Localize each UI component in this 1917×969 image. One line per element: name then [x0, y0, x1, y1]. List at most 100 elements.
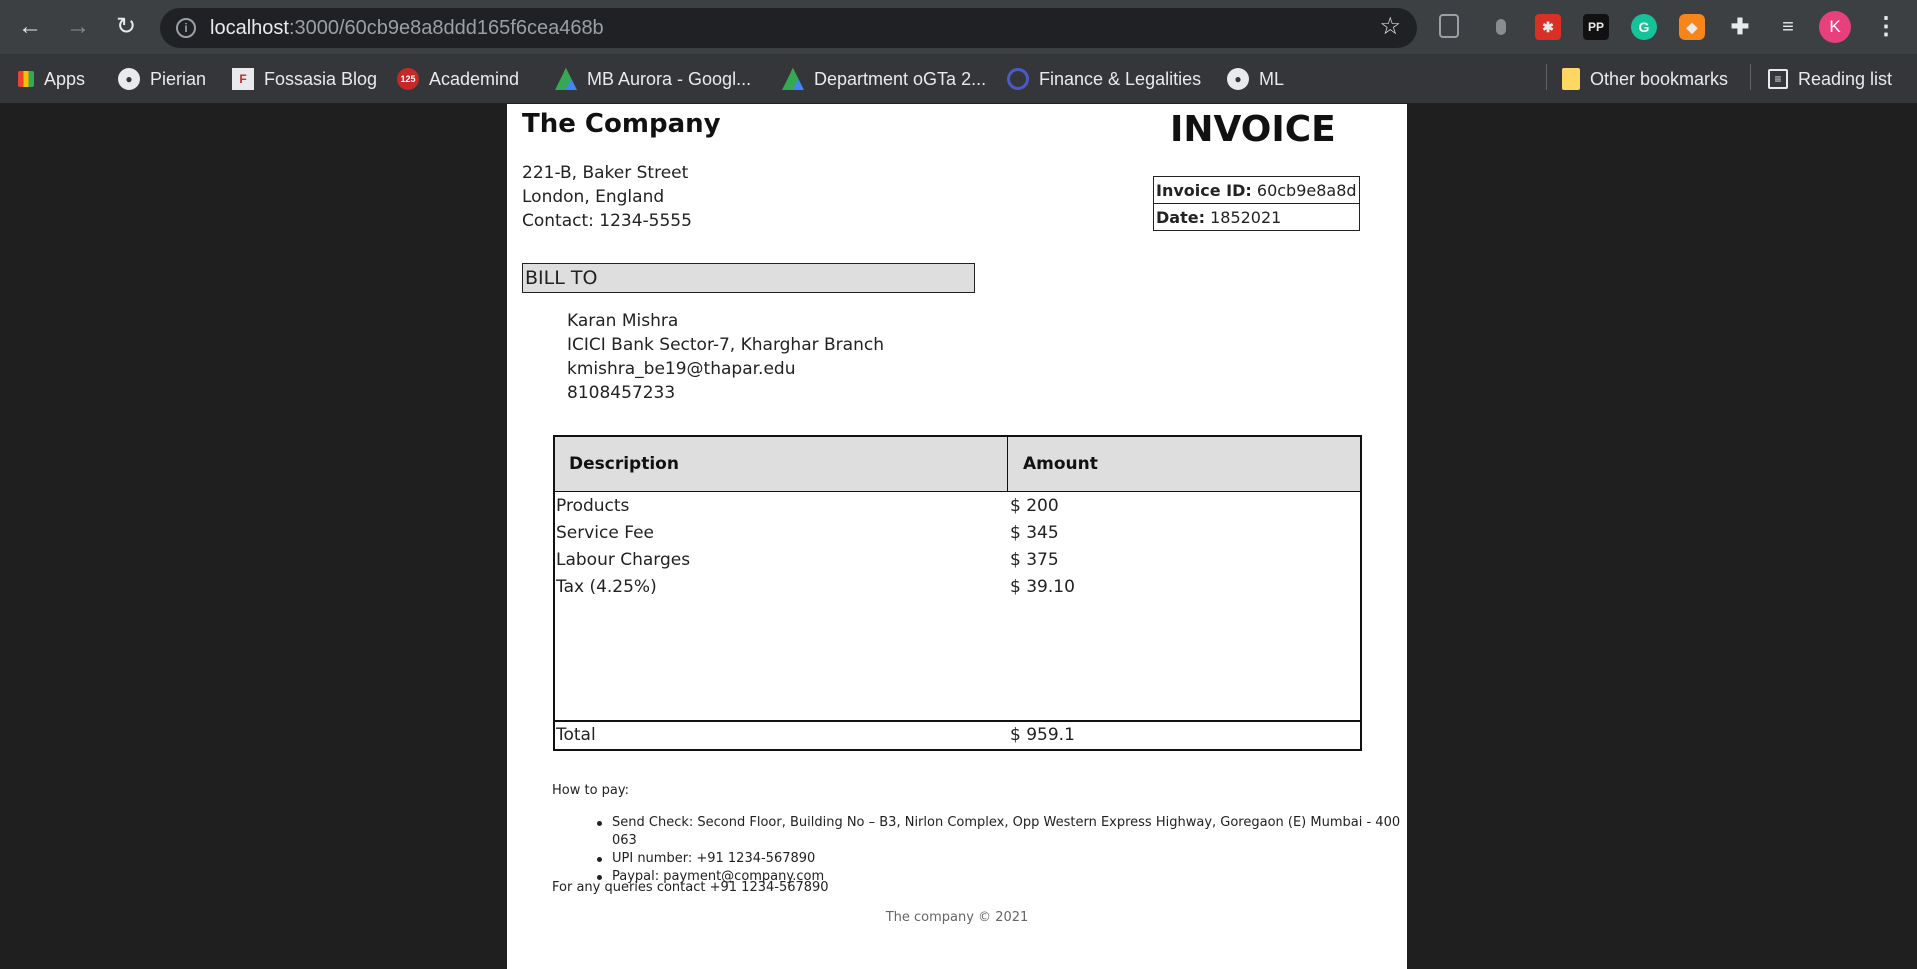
invoice-id-cell: Invoice ID: 60cb9e8a8d: [1153, 176, 1360, 204]
bookmark-fossasia[interactable]: F Fossasia Blog: [232, 65, 377, 93]
browser-toolbar: ← → ↻ i localhost:3000/60cb9e8a8ddd165f6…: [0, 0, 1917, 54]
bookmark-label: ML: [1259, 68, 1285, 89]
cursor-icon[interactable]: [1488, 14, 1514, 40]
table-body: Products $ 200 Service Fee $ 345 Labour …: [555, 494, 1360, 602]
how-to-pay-heading: How to pay:: [552, 783, 630, 798]
invoice-id-value: 60cb9e8a8d: [1256, 180, 1357, 200]
invoice-id-label: Invoice ID:: [1156, 180, 1252, 200]
bookmark-mb-aurora[interactable]: MB Aurora - Googl...: [555, 65, 751, 93]
folder-icon: [1562, 68, 1580, 90]
payment-methods-list: Send Check: Second Floor, Building No – …: [597, 814, 1407, 886]
table-header: Description Amount: [555, 437, 1360, 492]
bookmark-label: Department oGTa 2...: [814, 68, 987, 89]
ladybug-icon[interactable]: ✱: [1535, 14, 1561, 40]
bookmark-label: Apps: [44, 68, 86, 89]
contact-line: Contact: 1234-5555: [522, 211, 692, 231]
client-address: ICICI Bank Sector-7, Kharghar Branch: [567, 335, 884, 355]
bookmark-finance[interactable]: Finance & Legalities: [1007, 65, 1201, 93]
google-drive-icon: [555, 68, 577, 90]
client-details: Karan Mishra ICICI Bank Sector-7, Khargh…: [567, 309, 884, 405]
bill-to-heading: BILL TO: [522, 263, 975, 293]
menu-kebab-icon[interactable]: ⋮: [1874, 12, 1898, 42]
bookmark-label: Finance & Legalities: [1039, 68, 1202, 89]
row-amount: $ 375: [1010, 550, 1059, 570]
back-arrow-icon[interactable]: ←: [15, 12, 45, 42]
company-address: 221-B, Baker Street London, England Cont…: [522, 161, 692, 233]
total-row: Total $ 959.1: [555, 720, 1360, 749]
bookmark-label: Pierian: [150, 68, 207, 89]
reading-list-label: Reading list: [1798, 68, 1893, 89]
bookmark-apps[interactable]: Apps: [18, 65, 85, 93]
forward-arrow-icon[interactable]: →: [63, 12, 93, 42]
url-text[interactable]: localhost:3000/60cb9e8a8ddd165f6cea468b: [210, 17, 604, 40]
table-row: Service Fee $ 345: [555, 521, 1360, 548]
metamask-icon[interactable]: ◆: [1679, 14, 1705, 40]
reading-list[interactable]: ≡ Reading list: [1768, 65, 1892, 93]
client-email: kmishra_be19@thapar.edu: [567, 359, 796, 379]
academind-icon: 125: [397, 68, 419, 90]
page-viewport: The Company 221-B, Baker Street London, …: [0, 104, 1917, 969]
site-info-icon[interactable]: i: [176, 18, 196, 38]
table-row: Tax (4.25%) $ 39.10: [555, 575, 1360, 602]
payment-method-item: Send Check: Second Floor, Building No – …: [597, 814, 1407, 850]
bookmark-label: Fossasia Blog: [264, 68, 378, 89]
browser-chrome: ← → ↻ i localhost:3000/60cb9e8a8ddd165f6…: [0, 0, 1917, 104]
payment-method-item: UPI number: +91 1234-567890: [597, 850, 1407, 868]
address-line: London, England: [522, 187, 665, 207]
client-phone: 8108457233: [567, 383, 676, 403]
row-amount: $ 200: [1010, 496, 1059, 516]
row-description: Products: [556, 496, 630, 516]
column-header-amount: Amount: [1023, 454, 1098, 474]
media-control-icon[interactable]: ≡: [1775, 14, 1801, 40]
row-amount: $ 39.10: [1010, 577, 1075, 597]
google-drive-icon: [782, 68, 804, 90]
date-label: Date:: [1156, 207, 1205, 227]
github-icon: ●: [1227, 68, 1249, 90]
fossasia-icon: F: [232, 68, 254, 90]
invoice-title: INVOICE: [1170, 109, 1336, 150]
bookmarks-bar: Apps ● Pierian F Fossasia Blog 125 Acade…: [0, 54, 1917, 104]
bookmark-pierian[interactable]: ● Pierian: [118, 65, 206, 93]
other-bookmarks[interactable]: Other bookmarks: [1562, 65, 1728, 93]
bookmark-label: MB Aurora - Googl...: [587, 68, 752, 89]
queries-contact: For any queries contact +91 1234-567890: [552, 880, 829, 895]
clipboard-icon[interactable]: [1439, 14, 1459, 38]
bookmark-ml[interactable]: ● ML: [1227, 65, 1284, 93]
row-description: Labour Charges: [556, 550, 691, 570]
company-name: The Company: [522, 109, 721, 139]
column-header-description: Description: [569, 454, 679, 474]
reload-icon[interactable]: ↻: [111, 12, 141, 42]
bookmark-star-icon[interactable]: ☆: [1379, 15, 1401, 39]
link-icon: [1007, 68, 1029, 90]
row-description: Service Fee: [556, 523, 654, 543]
line-items-table: Description Amount Products $ 200 Servic…: [553, 435, 1362, 751]
table-row: Labour Charges $ 375: [555, 548, 1360, 575]
bookmark-academind[interactable]: 125 Academind: [397, 65, 519, 93]
total-amount: $ 959.1: [1010, 725, 1075, 745]
total-label: Total: [556, 725, 596, 745]
page-footer: The company © 2021: [885, 910, 1029, 925]
bookmark-department[interactable]: Department oGTa 2...: [782, 65, 986, 93]
bookmark-divider: [1750, 64, 1751, 90]
address-bar[interactable]: i localhost:3000/60cb9e8a8ddd165f6cea468…: [160, 8, 1417, 48]
date-cell: Date: 1852021: [1153, 203, 1360, 231]
date-value: 1852021: [1210, 207, 1282, 227]
puzzle-icon[interactable]: ✚: [1727, 14, 1753, 40]
other-bookmarks-label: Other bookmarks: [1590, 68, 1729, 89]
bookmark-divider: [1546, 64, 1547, 90]
column-divider: [1007, 437, 1008, 491]
grammarly-icon[interactable]: G: [1631, 14, 1657, 40]
invoice-page: The Company 221-B, Baker Street London, …: [507, 104, 1407, 969]
bookmark-label: Academind: [429, 68, 520, 89]
row-description: Tax (4.25%): [556, 577, 657, 597]
reading-list-icon: ≡: [1768, 69, 1788, 89]
address-line: 221-B, Baker Street: [522, 163, 689, 183]
client-name: Karan Mishra: [567, 311, 679, 331]
profile-avatar[interactable]: K: [1819, 11, 1851, 43]
github-icon: ●: [118, 68, 140, 90]
apps-grid-icon: [18, 71, 34, 87]
table-row: Products $ 200: [555, 494, 1360, 521]
pp-icon[interactable]: PP: [1583, 14, 1609, 40]
row-amount: $ 345: [1010, 523, 1059, 543]
invoice-meta-table: Invoice ID: 60cb9e8a8d Date: 1852021: [1153, 176, 1360, 231]
